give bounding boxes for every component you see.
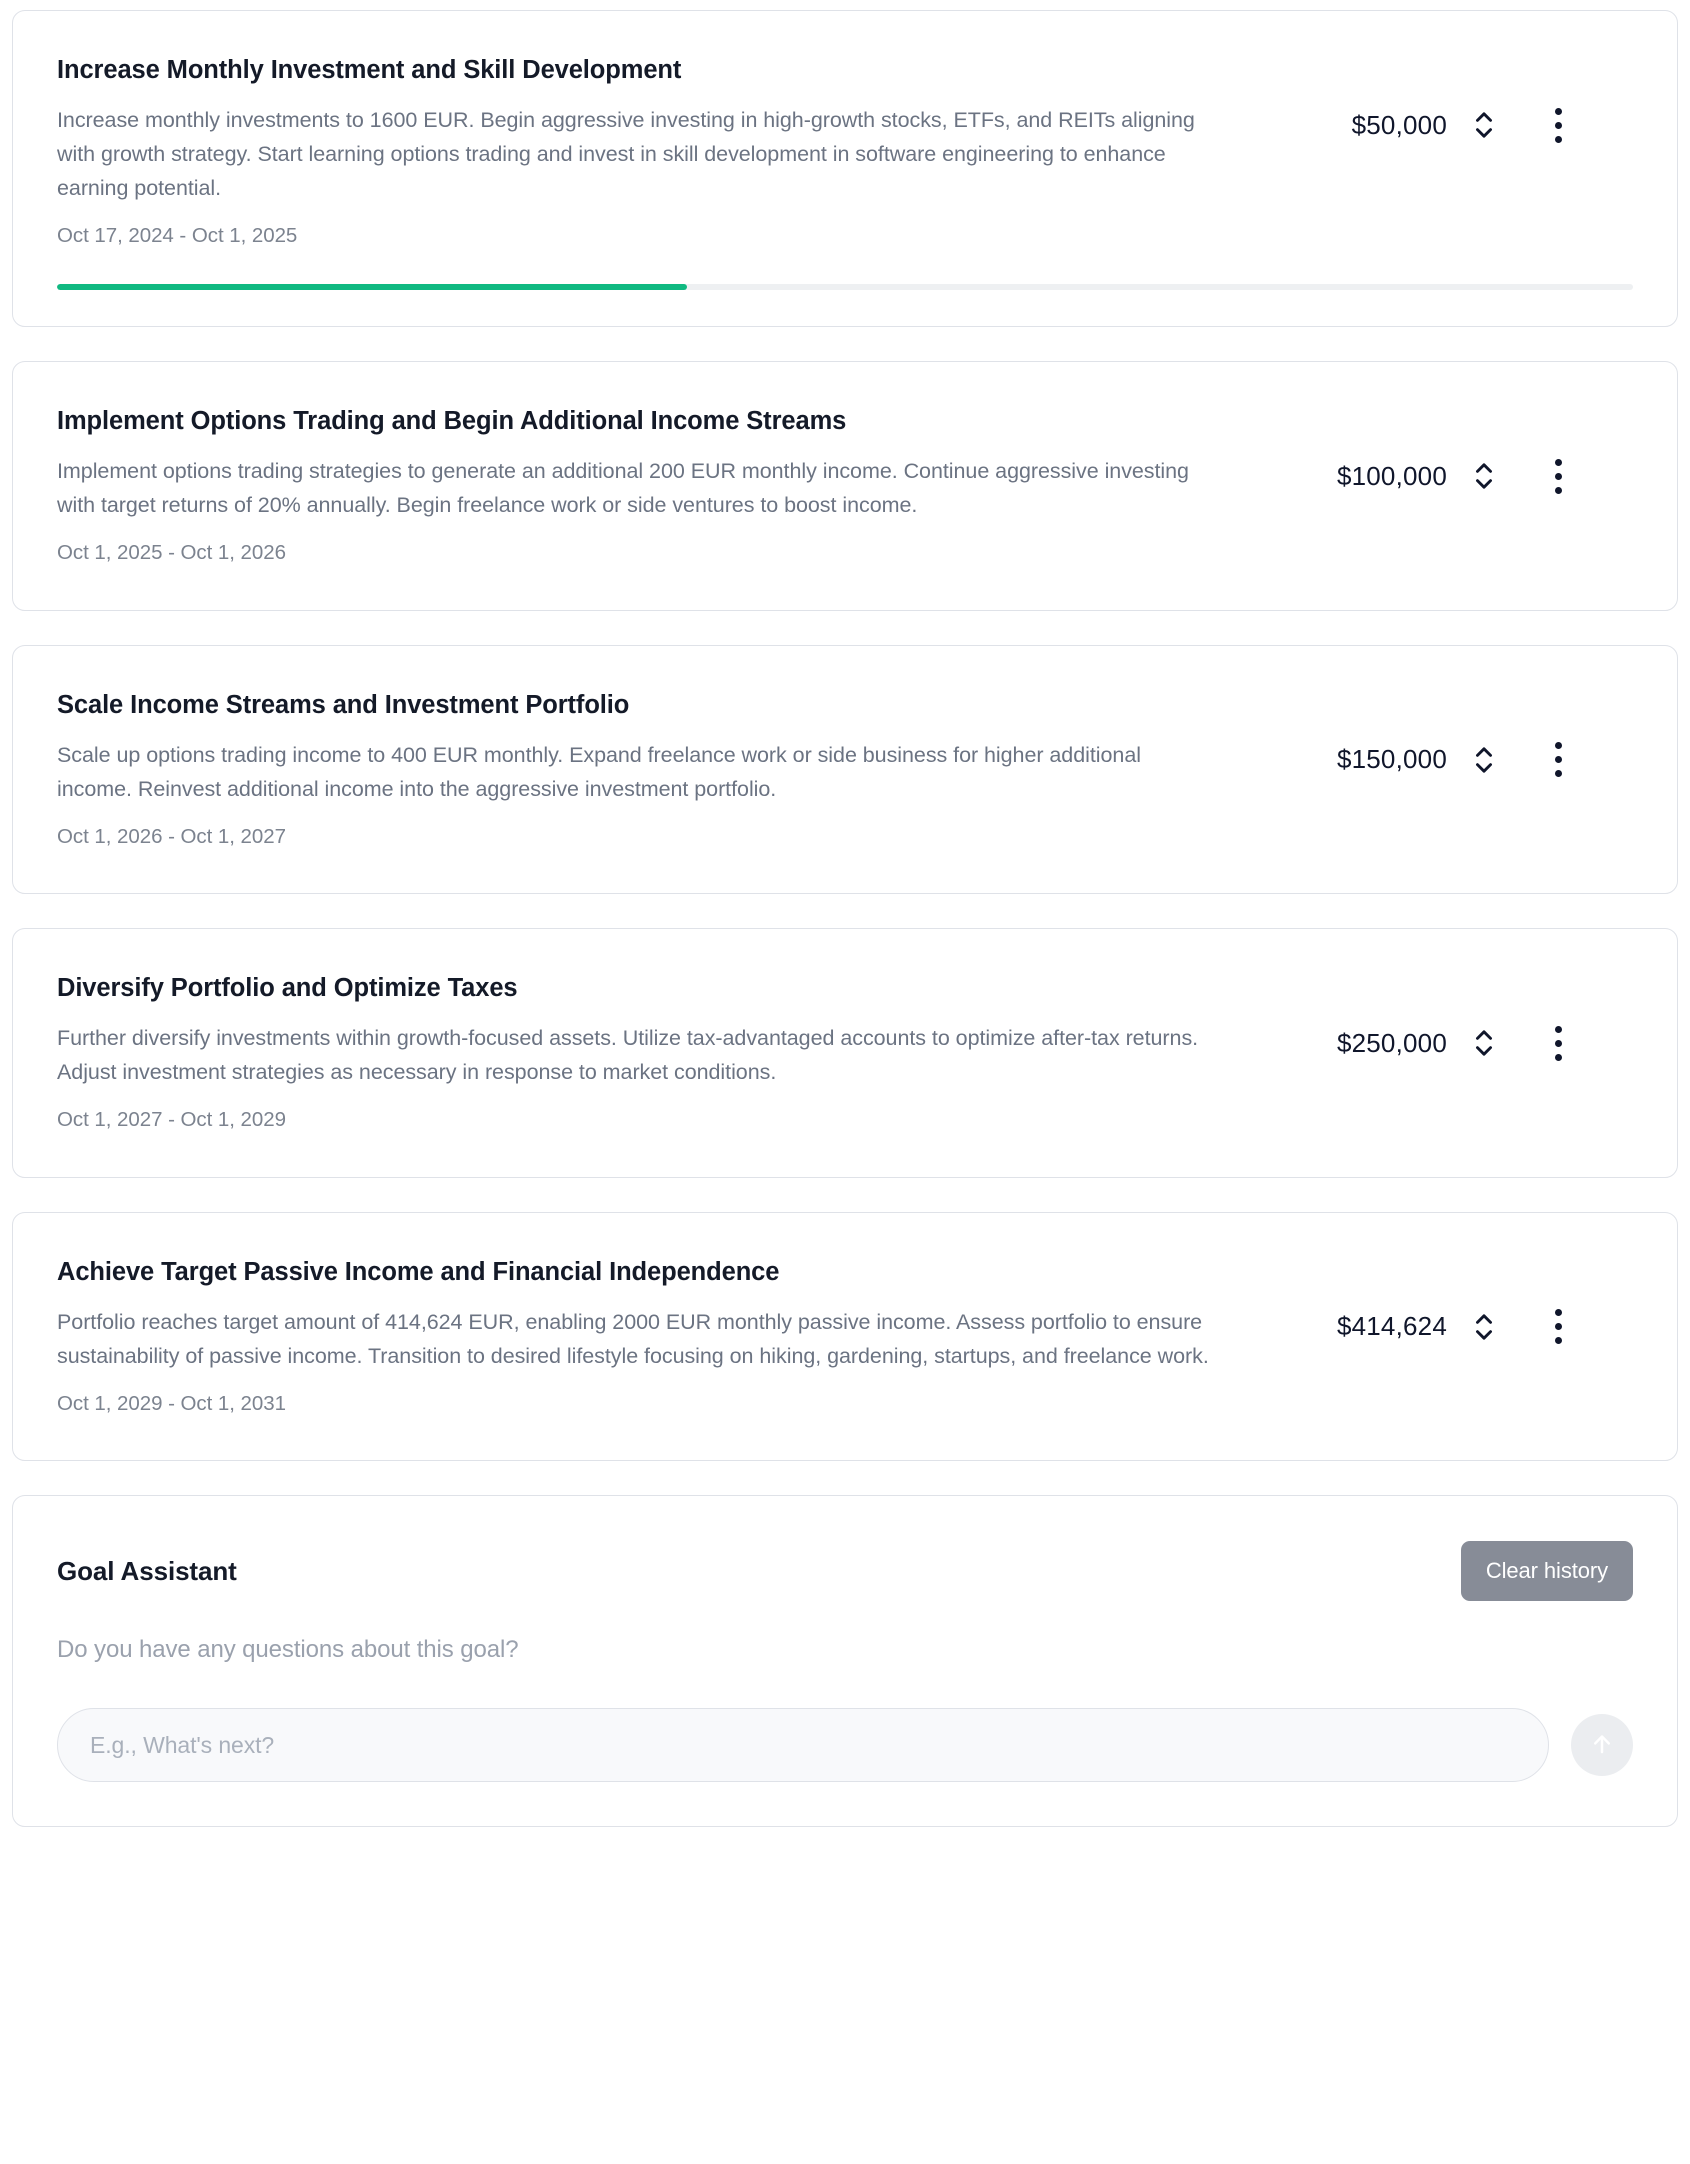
milestone-card: Implement Options Trading and Begin Addi… [12,361,1678,611]
milestone-date-range: Oct 1, 2026 - Oct 1, 2027 [57,824,286,848]
milestone-card-spacer [13,1145,1677,1177]
goal-assistant-prompt: Do you have any questions about this goa… [57,1636,519,1664]
milestone-amount: $414,624 [1336,1311,1447,1342]
milestone-actions: $150,000 [1237,690,1595,788]
milestone-card-content: Diversify Portfolio and Optimize Taxes Fu… [13,929,1677,1145]
arrow-up-icon [1588,1730,1616,1761]
clear-history-button[interactable]: Clear history [1460,1541,1633,1602]
milestone-list: Increase Monthly Investment and Skill De… [12,10,1678,1462]
milestone-amount: $100,000 [1336,460,1447,491]
goal-assistant-panel: Goal Assistant Clear history Do you have… [12,1495,1678,1828]
expand-collapse-button[interactable] [1447,732,1521,788]
expand-collapse-button[interactable] [1447,1299,1521,1355]
expand-collapse-button[interactable] [1447,97,1521,153]
milestone-description: Portfolio reaches target amount of 414,6… [57,1309,1209,1368]
expand-collapse-button[interactable] [1447,1015,1521,1071]
milestone-card-content: Achieve Target Passive Income and Financ… [13,1213,1677,1429]
milestone-progress-track [57,284,1633,291]
milestone-card-spacer [13,861,1677,893]
milestone-date-range: Oct 1, 2029 - Oct 1, 2031 [57,1391,286,1415]
goal-assistant-title: Goal Assistant [57,1555,237,1586]
milestone-card-content: Implement Options Trading and Begin Addi… [13,362,1677,578]
milestone-description: Further diversify investments within gro… [57,1026,1199,1085]
milestone-description: Increase monthly investments to 1600 EUR… [57,107,1195,200]
milestone-menu-button[interactable] [1521,97,1595,153]
milestone-date-range: Oct 17, 2024 - Oct 1, 2025 [57,223,298,247]
milestone-actions: $250,000 [1237,973,1595,1071]
milestone-card: Scale Income Streams and Investment Port… [12,644,1678,895]
milestone-actions: $414,624 [1237,1257,1595,1355]
milestone-text-block: Diversify Portfolio and Optimize Taxes Fu… [57,973,1237,1135]
milestone-text-block: Implement Options Trading and Begin Addi… [57,406,1237,568]
milestone-amount: $50,000 [1351,109,1447,140]
milestone-progress-wrap [13,260,1677,326]
milestone-title: Diversify Portfolio and Optimize Taxes [57,974,518,1003]
milestone-card: Diversify Portfolio and Optimize Taxes Fu… [12,928,1678,1178]
milestone-description: Implement options trading strategies to … [57,459,1189,518]
more-vertical-icon [1554,742,1562,778]
milestone-title: Scale Income Streams and Investment Port… [57,690,630,719]
milestone-menu-button[interactable] [1521,448,1595,504]
milestone-card-content: Increase Monthly Investment and Skill De… [13,11,1677,260]
milestone-text-block: Achieve Target Passive Income and Financ… [57,1257,1237,1419]
milestone-amount: $150,000 [1336,744,1447,775]
more-vertical-icon [1554,1309,1562,1345]
chevron-up-down-icon [1473,110,1495,140]
chevron-up-down-icon [1473,461,1495,491]
milestone-title: Achieve Target Passive Income and Financ… [57,1257,780,1286]
milestone-description: Scale up options trading income to 400 E… [57,742,1141,801]
milestone-text-block: Increase Monthly Investment and Skill De… [57,55,1237,250]
milestone-actions: $50,000 [1237,55,1595,153]
milestone-menu-button[interactable] [1521,732,1595,788]
milestone-date-range: Oct 1, 2027 - Oct 1, 2029 [57,1108,286,1132]
chevron-up-down-icon [1473,1312,1495,1342]
send-message-button[interactable] [1571,1714,1633,1777]
milestone-card: Achieve Target Passive Income and Financ… [12,1211,1678,1462]
milestone-title: Implement Options Trading and Begin Addi… [57,407,847,436]
milestone-amount: $250,000 [1336,1027,1447,1058]
milestone-date-range: Oct 1, 2025 - Oct 1, 2026 [57,541,286,565]
milestone-text-block: Scale Income Streams and Investment Port… [57,690,1237,852]
goal-assistant-header: Goal Assistant Clear history [57,1536,1633,1606]
more-vertical-icon [1554,1025,1562,1061]
more-vertical-icon [1554,107,1562,143]
milestone-title: Increase Monthly Investment and Skill De… [57,56,682,84]
goal-assistant-composer [57,1708,1633,1783]
expand-collapse-button[interactable] [1447,448,1521,504]
milestone-menu-button[interactable] [1521,1015,1595,1071]
chevron-up-down-icon [1473,745,1495,775]
milestone-card-content: Scale Income Streams and Investment Port… [13,646,1677,862]
milestone-card-spacer [13,1428,1677,1460]
chevron-up-down-icon [1473,1028,1495,1058]
more-vertical-icon [1554,458,1562,494]
milestone-actions: $100,000 [1237,406,1595,504]
milestone-menu-button[interactable] [1521,1299,1595,1355]
milestone-card-spacer [13,578,1677,610]
milestone-card: Increase Monthly Investment and Skill De… [12,10,1678,328]
goal-assistant-input[interactable] [57,1708,1549,1783]
milestone-progress-fill [57,284,688,291]
